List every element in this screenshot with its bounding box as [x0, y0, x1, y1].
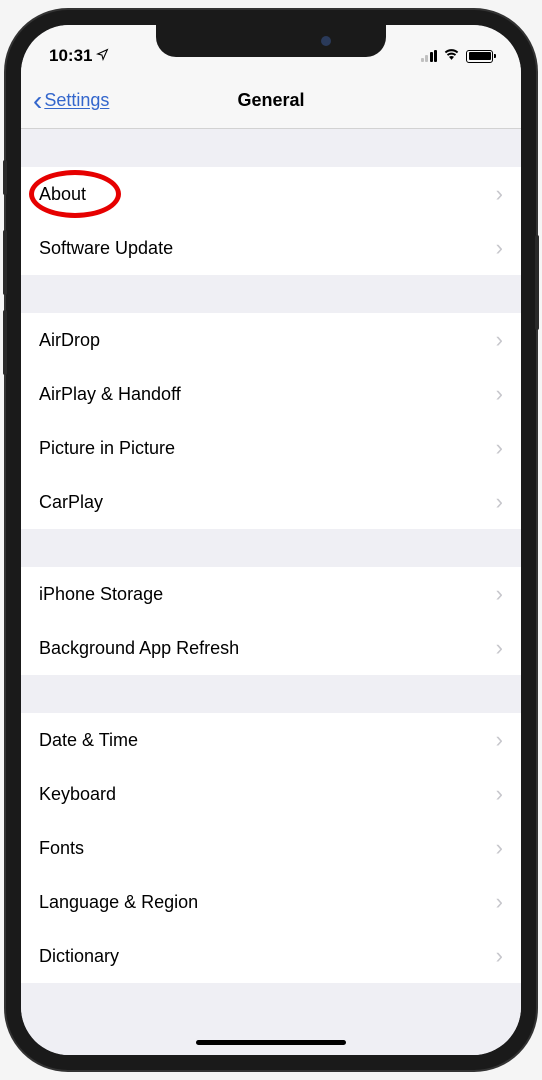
chevron-right-icon: ›	[496, 327, 503, 353]
chevron-right-icon: ›	[496, 943, 503, 969]
row-label: Dictionary	[39, 946, 119, 967]
section-about: About › Software Update ›	[21, 167, 521, 275]
row-iphone-storage[interactable]: iPhone Storage ›	[21, 567, 521, 621]
chevron-left-icon: ‹	[33, 87, 42, 115]
screen: 10:31	[21, 25, 521, 1055]
status-time: 10:31	[49, 46, 92, 66]
chevron-right-icon: ›	[496, 581, 503, 607]
battery-icon	[466, 50, 493, 63]
cellular-signal-icon	[421, 50, 438, 62]
row-label: About	[39, 184, 86, 205]
chevron-right-icon: ›	[496, 381, 503, 407]
chevron-right-icon: ›	[496, 489, 503, 515]
row-background-app-refresh[interactable]: Background App Refresh ›	[21, 621, 521, 675]
row-date-time[interactable]: Date & Time ›	[21, 713, 521, 767]
row-about[interactable]: About ›	[21, 167, 521, 221]
row-label: Background App Refresh	[39, 638, 239, 659]
row-language-region[interactable]: Language & Region ›	[21, 875, 521, 929]
back-label: Settings	[44, 90, 109, 111]
section-input: Date & Time › Keyboard › Fonts › Languag…	[21, 713, 521, 983]
row-dictionary[interactable]: Dictionary ›	[21, 929, 521, 983]
chevron-right-icon: ›	[496, 181, 503, 207]
wifi-icon	[443, 47, 460, 65]
row-label: AirDrop	[39, 330, 100, 351]
chevron-right-icon: ›	[496, 727, 503, 753]
chevron-right-icon: ›	[496, 835, 503, 861]
row-label: Language & Region	[39, 892, 198, 913]
section-storage: iPhone Storage › Background App Refresh …	[21, 567, 521, 675]
notch	[156, 25, 386, 57]
status-left: 10:31	[49, 32, 109, 66]
back-button[interactable]: ‹ Settings	[33, 87, 109, 115]
chevron-right-icon: ›	[496, 889, 503, 915]
row-keyboard[interactable]: Keyboard ›	[21, 767, 521, 821]
section-airdrop: AirDrop › AirPlay & Handoff › Picture in…	[21, 313, 521, 529]
row-fonts[interactable]: Fonts ›	[21, 821, 521, 875]
row-label: AirPlay & Handoff	[39, 384, 181, 405]
row-label: Date & Time	[39, 730, 138, 751]
row-label: CarPlay	[39, 492, 103, 513]
row-carplay[interactable]: CarPlay ›	[21, 475, 521, 529]
row-label: Keyboard	[39, 784, 116, 805]
row-picture-in-picture[interactable]: Picture in Picture ›	[21, 421, 521, 475]
row-label: iPhone Storage	[39, 584, 163, 605]
chevron-right-icon: ›	[496, 435, 503, 461]
row-airdrop[interactable]: AirDrop ›	[21, 313, 521, 367]
content-scroll[interactable]: About › Software Update › AirDrop › AirP…	[21, 129, 521, 1055]
nav-bar: ‹ Settings General	[21, 73, 521, 129]
page-title: General	[237, 90, 304, 111]
row-airplay-handoff[interactable]: AirPlay & Handoff ›	[21, 367, 521, 421]
volume-down-button	[3, 310, 7, 375]
row-label: Fonts	[39, 838, 84, 859]
volume-up-button	[3, 230, 7, 295]
chevron-right-icon: ›	[496, 635, 503, 661]
front-camera	[321, 36, 331, 46]
row-label: Software Update	[39, 238, 173, 259]
row-label: Picture in Picture	[39, 438, 175, 459]
row-software-update[interactable]: Software Update ›	[21, 221, 521, 275]
status-right	[421, 33, 494, 65]
side-button	[3, 160, 7, 195]
phone-frame: 10:31	[6, 10, 536, 1070]
power-button	[535, 235, 539, 330]
home-indicator[interactable]	[196, 1040, 346, 1045]
chevron-right-icon: ›	[496, 235, 503, 261]
location-icon	[96, 48, 109, 64]
chevron-right-icon: ›	[496, 781, 503, 807]
